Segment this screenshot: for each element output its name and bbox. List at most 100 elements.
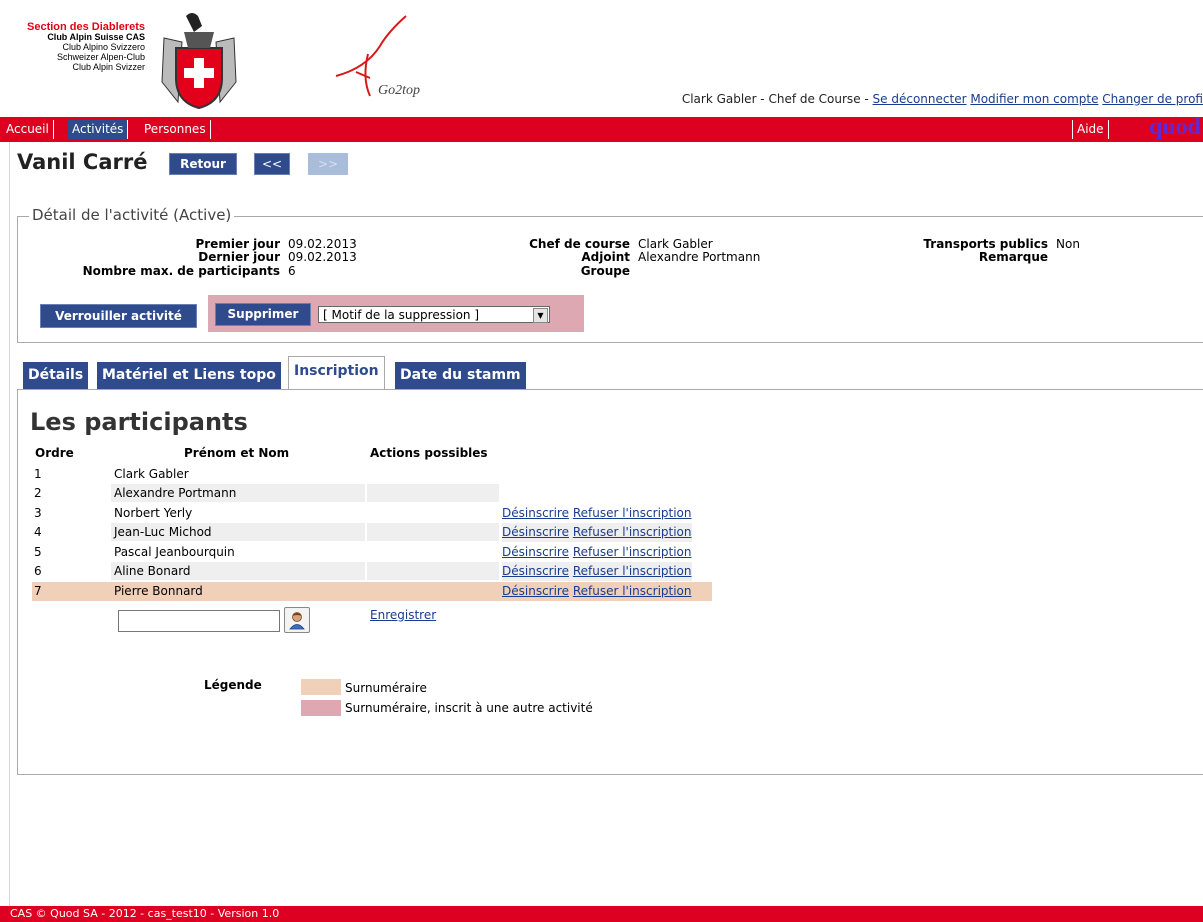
column-header-actions: Actions possibles bbox=[370, 446, 488, 460]
legend-swatch-other-activity bbox=[301, 700, 341, 716]
change-profile-link[interactable]: Changer de profi bbox=[1102, 92, 1203, 106]
lock-activity-button[interactable]: Verrouiller activité bbox=[40, 304, 197, 328]
row-name: Clark Gabler bbox=[114, 467, 189, 481]
club-line-4: Club Alpin Svizzer bbox=[72, 62, 145, 72]
tab-date-stamm[interactable]: Date du stamm bbox=[395, 362, 526, 389]
unsubscribe-link[interactable]: Désinscrire bbox=[502, 584, 569, 598]
delete-reason-value: [ Motif de la suppression ] bbox=[323, 308, 480, 322]
row-actions-cell bbox=[367, 484, 499, 502]
table-row: 2 Alexandre Portmann bbox=[32, 484, 502, 503]
row-actions: Désinscrire Refuser l'inscription bbox=[502, 523, 692, 542]
row-actions: Désinscrire Refuser l'inscription bbox=[502, 543, 692, 562]
table-row-surnumeraire: 7 Pierre Bonnard Désinscrire Refuser l'i… bbox=[32, 582, 712, 601]
club-line-3: Schweizer Alpen-Club bbox=[56, 52, 145, 62]
unsubscribe-link[interactable]: Désinscrire bbox=[502, 564, 569, 578]
nav-item-personnes[interactable]: Personnes bbox=[140, 120, 211, 139]
back-button[interactable]: Retour bbox=[169, 153, 237, 175]
max-participants-row: Nombre max. de participants 6 bbox=[58, 265, 296, 278]
previous-button[interactable]: << bbox=[254, 153, 290, 175]
section-name: Section des Diablerets bbox=[27, 21, 145, 33]
left-divider bbox=[9, 142, 10, 906]
last-day-row: Dernier jour 09.02.2013 bbox=[58, 250, 356, 264]
max-participants-label: Nombre max. de participants bbox=[82, 264, 280, 278]
nav-item-activites[interactable]: Activités bbox=[68, 120, 129, 139]
add-participant-input[interactable] bbox=[118, 610, 280, 632]
row-name: Pascal Jeanbourquin bbox=[114, 545, 235, 559]
club-line-2: Club Alpino Svizzero bbox=[62, 42, 145, 52]
refuse-link[interactable]: Refuser l'inscription bbox=[573, 506, 692, 520]
column-header-order: Ordre bbox=[35, 446, 74, 460]
quod-logo: quod bbox=[1131, 114, 1203, 141]
person-icon bbox=[289, 612, 305, 630]
delete-reason-select[interactable]: [ Motif de la suppression ] ▼ bbox=[318, 306, 550, 323]
unsubscribe-link[interactable]: Désinscrire bbox=[502, 525, 569, 539]
adjoint-label: Adjoint bbox=[581, 250, 630, 264]
go2top-logo: Go2top bbox=[335, 15, 420, 98]
next-button[interactable]: >> bbox=[308, 153, 348, 175]
refuse-link[interactable]: Refuser l'inscription bbox=[573, 564, 692, 578]
account-link[interactable]: Modifier mon compte bbox=[970, 92, 1098, 106]
row-name: Alexandre Portmann bbox=[114, 486, 237, 500]
row-name: Jean-Luc Michod bbox=[114, 525, 212, 539]
logout-link[interactable]: Se déconnecter bbox=[873, 92, 967, 106]
table-row: 1 Clark Gabler bbox=[32, 465, 502, 484]
quod-logo-text: quod bbox=[1148, 114, 1201, 140]
go2top-text: Go2top bbox=[378, 83, 420, 98]
user-info: Clark Gabler - Chef de Course - bbox=[681, 92, 869, 106]
save-link[interactable]: Enregistrer bbox=[370, 608, 436, 622]
tab-materiel[interactable]: Matériel et Liens topo bbox=[97, 362, 281, 389]
main-nav: Accueil Activités Personnes Aide quod bbox=[0, 114, 1203, 142]
unsubscribe-link[interactable]: Désinscrire bbox=[502, 506, 569, 520]
participants-title: Les participants bbox=[30, 408, 248, 436]
table-row: 3 Norbert Yerly Désinscrire Refuser l'in… bbox=[32, 504, 712, 523]
row-actions-cell bbox=[367, 523, 499, 541]
delete-button[interactable]: Supprimer bbox=[215, 303, 311, 326]
table-row: 4 Jean-Luc Michod Désinscrire Refuser l'… bbox=[32, 523, 712, 542]
tab-inscription[interactable]: Inscription bbox=[288, 356, 385, 390]
inscription-panel: Les participants Ordre Prénom et Nom Act… bbox=[17, 389, 1203, 775]
column-header-name: Prénom et Nom bbox=[184, 446, 290, 460]
legend-text-surnumeraire: Surnuméraire bbox=[345, 681, 427, 695]
row-order: 7 bbox=[34, 584, 42, 598]
club-line-1: Club Alpin Suisse CAS bbox=[47, 32, 145, 42]
max-participants-value: 6 bbox=[288, 264, 296, 278]
last-day-label: Dernier jour bbox=[198, 250, 280, 264]
row-order: 3 bbox=[34, 506, 42, 520]
pick-person-button[interactable] bbox=[284, 607, 310, 633]
refuse-link[interactable]: Refuser l'inscription bbox=[573, 545, 692, 559]
row-name: Pierre Bonnard bbox=[114, 584, 203, 598]
adjoint-value: Alexandre Portmann bbox=[638, 250, 761, 264]
row-order: 1 bbox=[34, 467, 42, 481]
row-actions: Désinscrire Refuser l'inscription bbox=[502, 504, 692, 523]
refuse-link[interactable]: Refuser l'inscription bbox=[573, 584, 692, 598]
transport-value: Non bbox=[1056, 237, 1080, 251]
activity-detail: Détail de l'activité (Active) Premier jo… bbox=[17, 206, 1203, 343]
row-name: Norbert Yerly bbox=[114, 506, 193, 520]
legend-label: Légende bbox=[204, 678, 262, 692]
refuse-link[interactable]: Refuser l'inscription bbox=[573, 525, 692, 539]
nav-item-aide[interactable]: Aide bbox=[1072, 120, 1109, 139]
row-order: 6 bbox=[34, 564, 42, 578]
row-actions: Désinscrire Refuser l'inscription bbox=[502, 562, 692, 581]
dropdown-arrow-icon: ▼ bbox=[533, 308, 548, 323]
user-bar: Clark Gabler - Chef de Course - Se décon… bbox=[682, 92, 1203, 106]
row-order: 2 bbox=[34, 486, 42, 500]
row-order: 5 bbox=[34, 545, 42, 559]
club-logo-text: Section des Diablerets Club Alpin Suisse… bbox=[15, 21, 145, 73]
adjoint-row: Adjoint Alexandre Portmann bbox=[498, 251, 760, 264]
tab-details[interactable]: Détails bbox=[23, 362, 89, 389]
row-order: 4 bbox=[34, 525, 42, 539]
page-title: Vanil Carré bbox=[17, 150, 148, 174]
nav-item-accueil[interactable]: Accueil bbox=[2, 120, 54, 139]
table-row: 5 Pascal Jeanbourquin Désinscrire Refuse… bbox=[32, 543, 712, 562]
groupe-row: Groupe bbox=[498, 265, 638, 278]
groupe-label: Groupe bbox=[580, 264, 630, 278]
row-name: Aline Bonard bbox=[114, 564, 191, 578]
activity-detail-legend: Détail de l'activité (Active) bbox=[29, 206, 235, 224]
row-actions-cell bbox=[367, 562, 499, 580]
legend-swatch-surnumeraire bbox=[301, 679, 341, 695]
swiss-crest-icon bbox=[161, 13, 237, 110]
remarque-label: Remarque bbox=[978, 250, 1048, 264]
unsubscribe-link[interactable]: Désinscrire bbox=[502, 545, 569, 559]
footer: CAS © Quod SA - 2012 - cas_test10 - Vers… bbox=[0, 906, 1203, 922]
